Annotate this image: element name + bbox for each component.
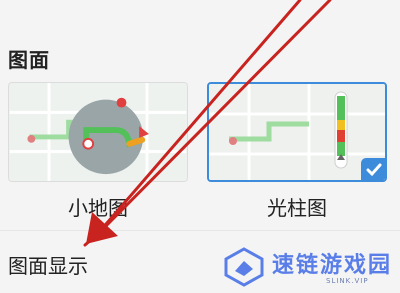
divider bbox=[0, 230, 400, 231]
watermark-logo-icon bbox=[224, 247, 264, 287]
display-settings-row[interactable]: 图面显示 bbox=[8, 250, 88, 279]
watermark-subtitle: SLINK.VIP bbox=[326, 277, 369, 285]
option-label-light-bar[interactable]: 光柱图 bbox=[207, 192, 387, 221]
watermark: 速链游戏园 SLINK.VIP bbox=[222, 245, 392, 289]
light-bar-preview bbox=[209, 84, 385, 180]
section-title: 图面 bbox=[8, 48, 50, 72]
mini-map-preview bbox=[9, 83, 187, 181]
selected-check-icon bbox=[361, 158, 385, 180]
option-label-mini-map[interactable]: 小地图 bbox=[8, 192, 188, 221]
option-card-light-bar[interactable] bbox=[207, 82, 387, 182]
watermark-title: 速链游戏园 bbox=[272, 253, 393, 278]
option-card-mini-map[interactable] bbox=[8, 82, 188, 182]
